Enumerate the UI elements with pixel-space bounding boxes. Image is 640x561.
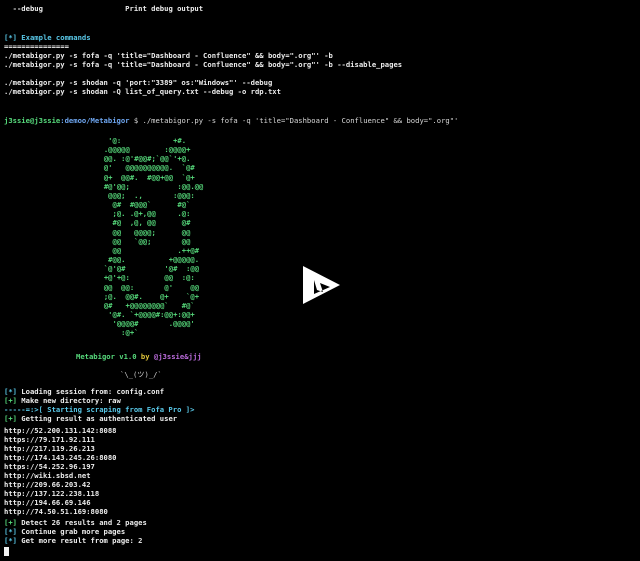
example-command: ./metabigor.py -s fofa -q 'title="Dashbo…: [4, 51, 333, 60]
logo-line: ;@. @@#. @+ `@+: [0, 291, 200, 301]
log-detect: [+] Detect 26 results and 2 pages: [4, 518, 147, 527]
result-line: http://137.122.238.118: [4, 489, 100, 498]
log-text: Getting result as authenticated user: [16, 414, 178, 423]
result-line: http://174.143.245.26:8080: [4, 453, 117, 462]
logo-line: #@ ,@, @@ @#: [0, 218, 191, 228]
ascii-logo: '@: +#. .@@@@@ :@@@@+ @@. :@'#@@#;`@@`'+…: [0, 136, 204, 338]
prompt-path: :demoo/Metabigor: [60, 116, 130, 125]
logo-line: @@ @@: @' @@: [0, 282, 200, 292]
info-marker: [*]: [4, 33, 17, 42]
shell-prompt: j3ssie@j3ssie:demoo/Metabigor $ ./metabi…: [4, 116, 458, 125]
success-marker: [+]: [4, 414, 17, 423]
logo-line: `@'@# '@# :@@: [0, 264, 200, 274]
success-marker: [+]: [4, 518, 17, 527]
tool-banner: Metabigor v1.0 by @j3ssie&jjj: [76, 352, 202, 361]
result-line: http://74.50.51.169:8080: [4, 507, 108, 516]
logo-line: :@+`: [0, 328, 139, 338]
logo-line: '@: +#.: [0, 136, 187, 145]
prompt-command: ./metabigor.py -s fofa -q 'title="Dashbo…: [142, 116, 459, 125]
logo-line: +@'+@: @@ :@:: [0, 273, 195, 283]
logo-line: '@#. `+@@@@#:@@+:@@+: [0, 309, 195, 319]
log-text: Get more result from page: 2: [16, 536, 143, 545]
result-line: https://79.171.92.111: [4, 435, 95, 444]
result-line: http://194.66.69.146: [4, 498, 91, 507]
result-line: http://wiki.sbsd.net: [4, 471, 91, 480]
logo-line: @@ `@@; @@: [0, 236, 191, 246]
log-text: Loading session from: config.conf: [16, 387, 165, 396]
logo-line: @@. :@'#@@#;`@@`'+@.: [0, 154, 191, 164]
success-marker: [+]: [4, 396, 17, 405]
terminal-cursor: [4, 547, 9, 556]
log-scraping: -----=:>[ Starting scraping from Fofa Pr…: [4, 405, 195, 414]
log-text: Detect 26 results and 2 pages: [16, 518, 147, 527]
logo-line: ;@. .@+,@@ .@:: [0, 209, 191, 219]
prompt-symbol: $: [129, 116, 143, 125]
log-loading: [*] Loading session from: config.conf: [4, 387, 164, 396]
log-continue: [*] Continue grab more pages: [4, 527, 125, 536]
log-auth: [+] Getting result as authenticated user: [4, 414, 177, 423]
info-marker: [*]: [4, 387, 17, 396]
shrug-face: `\_(ツ)_/`: [120, 370, 162, 379]
tool-version: v1.0: [114, 352, 137, 361]
logo-line: @+ @@#. #@@+@@ `@+: [0, 172, 195, 182]
logo-line: @# #@@@` #@`: [0, 200, 191, 210]
example-title: Example commands: [16, 33, 91, 42]
prompt-user-host: j3ssie@j3ssie: [4, 116, 61, 125]
example-underline: ===============: [4, 42, 69, 51]
log-more: [*] Get more result from page: 2: [4, 536, 142, 545]
help-line: --debug Print debug output: [4, 4, 203, 13]
result-line: http://209.66.203.42: [4, 480, 91, 489]
example-command: ./metabigor.py -s fofa -q 'title="Dashbo…: [4, 60, 403, 69]
help-description: Print debug output: [125, 4, 204, 13]
banner-by: by: [136, 352, 154, 361]
result-line: http://217.119.26.213: [4, 444, 95, 453]
info-marker: [*]: [4, 527, 17, 536]
log-text: Continue grab more pages: [16, 527, 126, 536]
logo-line: @@ @@@@; @@: [0, 227, 191, 237]
logo-line: @' @@@@@@@@@@. `@#: [0, 163, 195, 173]
logo-line: @@ .++@#: [0, 245, 200, 255]
logo-line: '@@@@# .@@@@': [0, 319, 195, 329]
logo-line: @@@; ., :@@@:: [0, 190, 195, 200]
example-command: ./metabigor.py -s shodan -q 'port:"3389"…: [4, 78, 273, 87]
example-command: ./metabigor.py -s shodan -Q list_of_quer…: [4, 87, 281, 96]
terminal-window[interactable]: --debug Print debug output [*] Example c…: [0, 0, 640, 561]
help-flag: --debug: [4, 4, 43, 13]
example-heading: [*] Example commands: [4, 33, 91, 42]
logo-line: @# +@@@@@@@@` #@`: [0, 300, 195, 310]
tool-author: @j3ssie&jjj: [153, 352, 202, 361]
log-mkdir: [+] Make new directory: raw: [4, 396, 121, 405]
log-text: Make new directory: raw: [16, 396, 121, 405]
tool-name: Metabigor: [76, 352, 115, 361]
play-button-icon[interactable]: [298, 262, 344, 308]
result-line: http://52.200.131.142:8088: [4, 426, 117, 435]
logo-line: #@'@@; :@@.@@: [0, 181, 204, 191]
logo-line: .@@@@@ :@@@@+: [0, 145, 191, 155]
result-line: https://54.252.96.197: [4, 462, 95, 471]
info-marker: [*]: [4, 536, 17, 545]
logo-line: #@@. +@@@@@.: [0, 255, 200, 265]
